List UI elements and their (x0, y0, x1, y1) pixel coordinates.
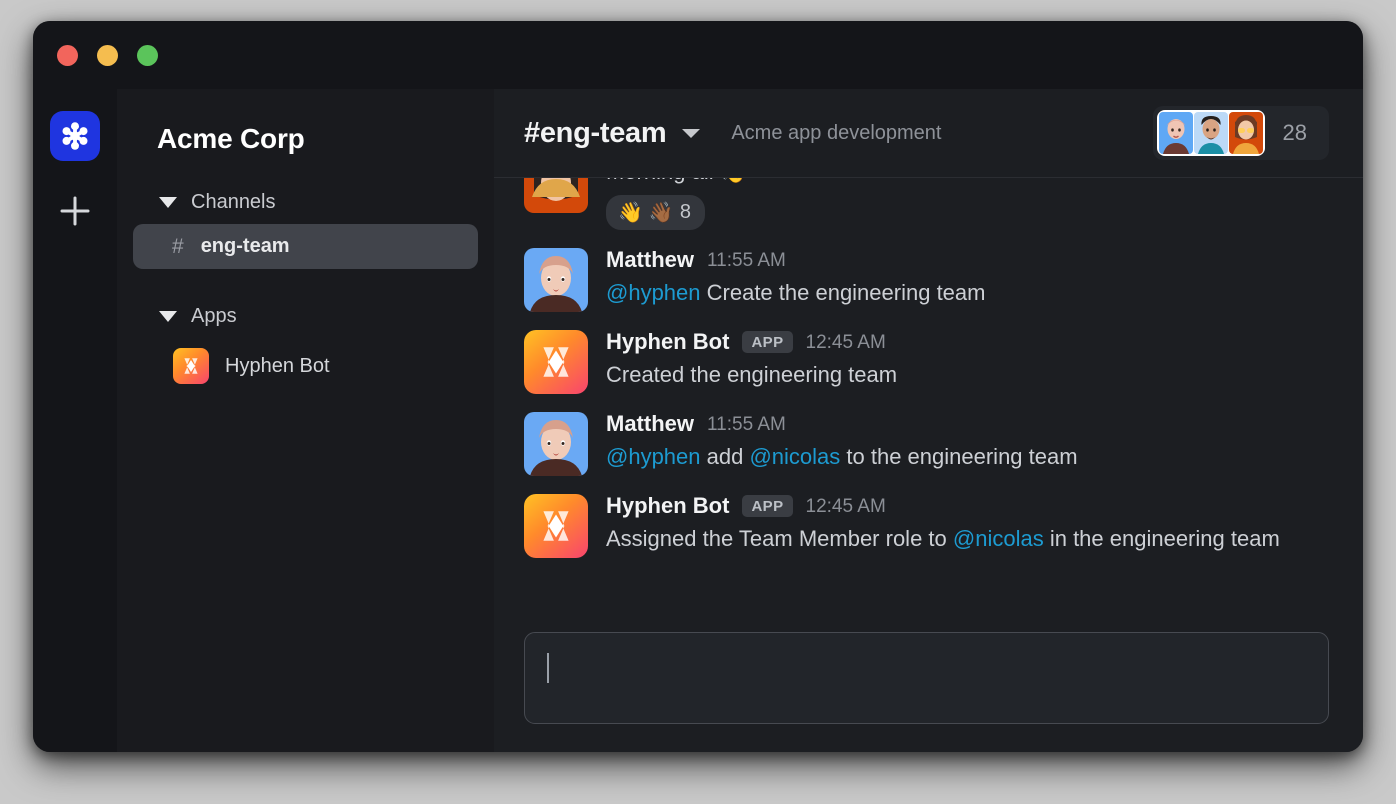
message-body: Matthew 11:55 AM @hyphen add @nicolas to… (606, 412, 1329, 476)
message-item: Hyphen Bot APP 12:45 AM Assigned the Tea… (524, 485, 1329, 567)
apps-section-header[interactable]: Apps (117, 299, 494, 334)
chevron-down-icon[interactable] (682, 128, 701, 138)
channels-section-header[interactable]: Channels (117, 185, 494, 220)
message-timestamp: 11:55 AM (707, 413, 786, 435)
composer-area (494, 614, 1363, 752)
message-meta: Matthew 11:55 AM (606, 249, 1329, 271)
user-avatar-matthew (524, 412, 588, 477)
hash-icon: # (172, 234, 184, 258)
apps-section-label: Apps (191, 305, 237, 327)
channel-header: #eng-team Acme app development 28 (494, 89, 1363, 178)
sidebar: Acme Corp Channels # eng-team Apps Hyphe… (117, 89, 494, 752)
app-badge: APP (742, 495, 793, 518)
title-bar (33, 21, 1363, 89)
message-text: Morning all 👋 (606, 178, 1329, 186)
message-author: Hyphen Bot (606, 493, 730, 519)
message-plain-text: to the engineering team (840, 444, 1078, 470)
message-plain-text: Assigned the Team Member role to (606, 526, 953, 552)
mention-link[interactable]: @nicolas (749, 444, 840, 469)
message-input[interactable] (524, 632, 1329, 724)
message-text: Assigned the Team Member role to @nicola… (606, 524, 1329, 553)
message-timestamp: 11:55 AM (707, 249, 786, 271)
mention-link[interactable]: @nicolas (953, 526, 1044, 551)
channel-name-label: eng-team (200, 235, 290, 257)
caret-down-icon (159, 197, 177, 208)
sidebar-item-hyphen-bot[interactable]: Hyphen Bot (133, 344, 478, 388)
message-timestamp: 12:45 AM (805, 331, 886, 353)
asterisk-logo-icon[interactable] (50, 111, 100, 161)
message-plain-text: Create the engineering team (700, 280, 986, 306)
members-button[interactable]: 28 (1152, 106, 1329, 160)
message-plain-text: add (700, 444, 750, 470)
app-body: Acme Corp Channels # eng-team Apps Hyphe… (33, 89, 1363, 752)
main-pane: #eng-team Acme app development 28 👋 👋🏾 8… (494, 89, 1363, 752)
message-author: Matthew (606, 411, 694, 437)
hyphen-bot-icon (173, 348, 209, 384)
message-body: Hyphen Bot APP 12:45 AM Assigned the Tea… (606, 494, 1329, 558)
mention-link[interactable]: @hyphen (606, 444, 701, 469)
reaction-pill[interactable]: 👋 👋🏾 8 (606, 195, 705, 231)
app-name-label: Hyphen Bot (225, 354, 330, 377)
message-meta: Hyphen Bot APP 12:45 AM (606, 329, 1329, 355)
member-avatar-1 (1158, 112, 1193, 154)
hyphen-bot-icon (524, 330, 588, 395)
message-body: Morning all 👋 👋 👋🏾 8 (606, 178, 1329, 231)
message-plain-text: Created the engineering team (606, 362, 898, 388)
message-list[interactable]: Morning all 👋 👋 👋🏾 8 (494, 178, 1363, 614)
sidebar-section-channels: Channels # eng-team (117, 185, 494, 269)
member-avatar-3 (1228, 112, 1263, 154)
message-body: Hyphen Bot APP 12:45 AM Created the engi… (606, 330, 1329, 394)
message-text: Created the engineering team (606, 360, 1329, 389)
user-avatar-matthew (524, 248, 588, 313)
workspace-name: Acme Corp (157, 123, 305, 154)
mention-link[interactable]: @hyphen (606, 280, 701, 305)
wave-emoji-icon: 👋 (618, 202, 643, 225)
app-badge: APP (742, 331, 793, 354)
hyphen-bot-icon (524, 494, 588, 559)
close-button[interactable] (57, 44, 78, 66)
app-list: Hyphen Bot (117, 344, 494, 388)
zoom-button[interactable] (137, 44, 158, 66)
text-cursor (547, 653, 549, 683)
user-avatar-orange (524, 178, 588, 213)
message-plain-text: in the engineering team (1043, 526, 1280, 552)
channel-list: # eng-team (117, 224, 494, 269)
message-text: @hyphen Create the engineering team (606, 278, 1329, 307)
add-workspace-button[interactable] (52, 188, 98, 234)
member-avatar-stack (1156, 110, 1265, 156)
message-text: @hyphen add @nicolas to the engineering … (606, 442, 1329, 471)
member-count-label: 28 (1282, 120, 1307, 145)
message-item: Morning all 👋 👋 👋🏾 8 (524, 178, 1329, 239)
reaction-count: 8 (679, 201, 691, 224)
wave-emoji-dark-icon: 👋🏾 (648, 202, 674, 225)
channel-topic: Acme app development (731, 121, 942, 144)
workspace-rail (33, 89, 117, 752)
traffic-lights (57, 44, 158, 66)
minimize-button[interactable] (97, 44, 118, 66)
message-meta: Hyphen Bot APP 12:45 AM (606, 493, 1329, 519)
message-meta: Matthew 11:55 AM (606, 413, 1329, 435)
sidebar-item-eng-team[interactable]: # eng-team (133, 224, 478, 269)
page-title: #eng-team (524, 116, 667, 149)
message-author: Hyphen Bot (606, 329, 730, 355)
app-window: Acme Corp Channels # eng-team Apps Hyphe… (33, 21, 1363, 752)
message-item: Hyphen Bot APP 12:45 AM Created the engi… (524, 321, 1329, 403)
message-author: Matthew (606, 247, 694, 273)
channels-section-label: Channels (191, 191, 276, 213)
message-item: Matthew 11:55 AM @hyphen add @nicolas to… (524, 403, 1329, 485)
message-body: Matthew 11:55 AM @hyphen Create the engi… (606, 248, 1329, 312)
member-avatar-2 (1193, 112, 1228, 154)
message-timestamp: 12:45 AM (805, 495, 886, 517)
message-item: Matthew 11:55 AM @hyphen Create the engi… (524, 239, 1329, 321)
sidebar-section-apps: Apps Hyphen Bot (117, 299, 494, 388)
caret-down-icon (159, 311, 177, 322)
